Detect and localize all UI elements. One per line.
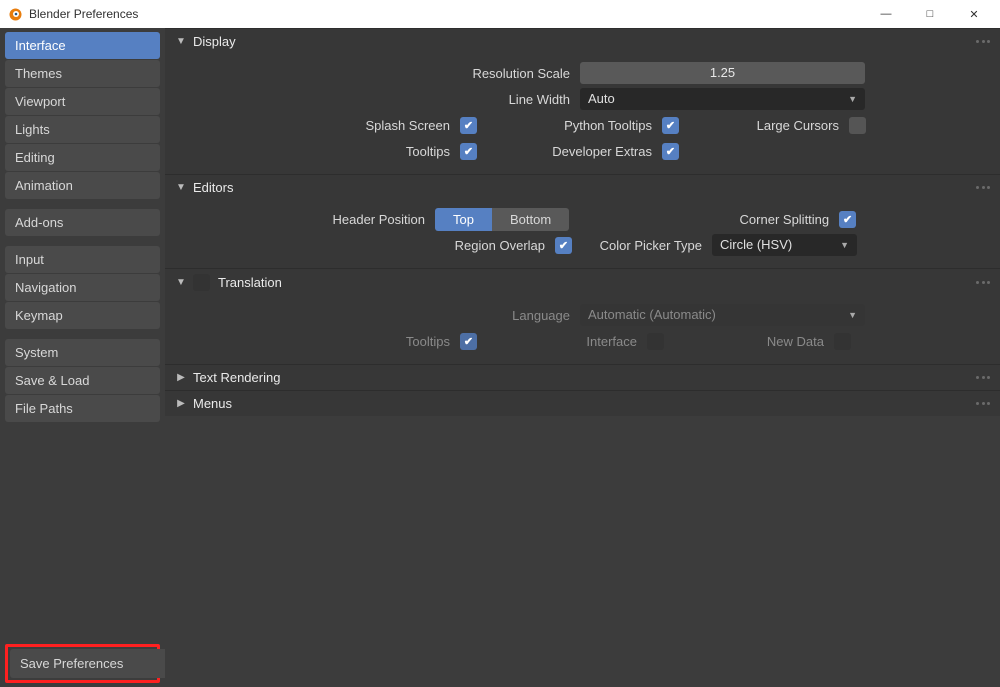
chevron-down-icon: ▼: [840, 234, 849, 256]
panel-editors: ▼ Editors Header Position Top Bottom Cor…: [165, 174, 1000, 268]
panel-header-menus[interactable]: ▶ Menus: [165, 390, 1000, 416]
sidebar-item-add-ons[interactable]: Add-ons: [5, 209, 160, 236]
chevron-down-icon: ▼: [175, 182, 187, 193]
trans-tooltips-checkbox[interactable]: ✔: [460, 333, 477, 350]
color-picker-select[interactable]: Circle (HSV) ▼: [712, 234, 857, 256]
content: ▼ Display Resolution Scale 1.25 Line Wid…: [165, 28, 1000, 687]
panel-header-text-rendering[interactable]: ▶ Text Rendering: [165, 364, 1000, 390]
sidebar-item-navigation[interactable]: Navigation: [5, 274, 160, 301]
python-tooltips-label: Python Tooltips: [477, 118, 662, 133]
corner-splitting-label: Corner Splitting: [569, 212, 839, 227]
resolution-scale-field[interactable]: 1.25: [580, 62, 865, 84]
trans-interface-checkbox[interactable]: ✔: [647, 333, 664, 350]
chevron-down-icon: ▼: [175, 36, 187, 47]
color-picker-label: Color Picker Type: [572, 238, 712, 253]
panel-menus: ▶ Menus: [165, 390, 1000, 416]
line-width-value: Auto: [588, 88, 615, 110]
python-tooltips-checkbox[interactable]: ✔: [662, 117, 679, 134]
trans-tooltips-label: Tooltips: [165, 334, 460, 349]
tooltips-checkbox[interactable]: ✔: [460, 143, 477, 160]
panel-title: Editors: [193, 180, 233, 195]
sidebar-item-themes[interactable]: Themes: [5, 60, 160, 87]
panel-text-rendering: ▶ Text Rendering: [165, 364, 1000, 390]
sidebar-item-lights[interactable]: Lights: [5, 116, 160, 143]
developer-extras-checkbox[interactable]: ✔: [662, 143, 679, 160]
splash-checkbox[interactable]: ✔: [460, 117, 477, 134]
app-icon: [8, 7, 23, 22]
panel-translation: ▼ ✔ Translation Language Automatic (Auto…: [165, 268, 1000, 364]
chevron-right-icon: ▶: [175, 398, 187, 409]
maximize-button[interactable]: □: [908, 0, 952, 28]
translation-enable-checkbox[interactable]: ✔: [193, 274, 210, 291]
language-label: Language: [165, 308, 580, 323]
panel-header-editors[interactable]: ▼ Editors: [165, 174, 1000, 200]
chevron-down-icon: ▼: [175, 277, 187, 288]
panel-header-display[interactable]: ▼ Display: [165, 28, 1000, 54]
corner-splitting-checkbox[interactable]: ✔: [839, 211, 856, 228]
titlebar: Blender Preferences — □ ✕: [0, 0, 1000, 28]
sidebar-item-input[interactable]: Input: [5, 246, 160, 273]
region-overlap-label: Region Overlap: [165, 238, 555, 253]
large-cursors-label: Large Cursors: [679, 118, 849, 133]
trans-newdata-checkbox[interactable]: ✔: [834, 333, 851, 350]
line-width-label: Line Width: [165, 92, 580, 107]
sidebar-item-system[interactable]: System: [5, 339, 160, 366]
developer-extras-label: Developer Extras: [477, 144, 662, 159]
save-preferences-button[interactable]: Save Preferences: [10, 649, 170, 678]
minimize-button[interactable]: —: [864, 0, 908, 28]
panel-header-translation[interactable]: ▼ ✔ Translation: [165, 268, 1000, 296]
panel-title: Translation: [218, 275, 282, 290]
panel-title: Display: [193, 34, 236, 49]
sidebar-item-keymap[interactable]: Keymap: [5, 302, 160, 329]
panel-title: Text Rendering: [193, 370, 280, 385]
sidebar-item-save-load[interactable]: Save & Load: [5, 367, 160, 394]
drag-dots-icon[interactable]: [976, 281, 990, 285]
header-position-bottom[interactable]: Bottom: [492, 208, 569, 231]
language-value: Automatic (Automatic): [588, 304, 716, 326]
header-position-label: Header Position: [165, 212, 435, 227]
panel-display: ▼ Display Resolution Scale 1.25 Line Wid…: [165, 28, 1000, 174]
tooltips-label: Tooltips: [165, 144, 460, 159]
trans-interface-label: Interface: [477, 334, 647, 349]
chevron-down-icon: ▼: [848, 88, 857, 110]
close-button[interactable]: ✕: [952, 0, 996, 28]
sidebar-item-file-paths[interactable]: File Paths: [5, 395, 160, 422]
sidebar-item-animation[interactable]: Animation: [5, 172, 160, 199]
color-picker-value: Circle (HSV): [720, 234, 792, 256]
header-position-top[interactable]: Top: [435, 208, 492, 231]
large-cursors-checkbox[interactable]: ✔: [849, 117, 866, 134]
region-overlap-checkbox[interactable]: ✔: [555, 237, 572, 254]
chevron-down-icon: ▼: [848, 304, 857, 326]
drag-dots-icon[interactable]: [976, 402, 990, 406]
drag-dots-icon[interactable]: [976, 186, 990, 190]
header-position-toggle[interactable]: Top Bottom: [435, 208, 569, 231]
sidebar-item-viewport[interactable]: Viewport: [5, 88, 160, 115]
drag-dots-icon[interactable]: [976, 376, 990, 380]
panel-title: Menus: [193, 396, 232, 411]
drag-dots-icon[interactable]: [976, 40, 990, 44]
window-title: Blender Preferences: [29, 7, 864, 21]
splash-label: Splash Screen: [165, 118, 460, 133]
trans-newdata-label: New Data: [664, 334, 834, 349]
sidebar-item-interface[interactable]: Interface: [5, 32, 160, 59]
sidebar-item-editing[interactable]: Editing: [5, 144, 160, 171]
save-preferences-highlight: Save Preferences: [5, 644, 160, 683]
language-select[interactable]: Automatic (Automatic) ▼: [580, 304, 865, 326]
resolution-scale-label: Resolution Scale: [165, 66, 580, 81]
chevron-right-icon: ▶: [175, 372, 187, 383]
sidebar: InterfaceThemesViewportLightsEditingAnim…: [0, 28, 165, 687]
line-width-select[interactable]: Auto ▼: [580, 88, 865, 110]
